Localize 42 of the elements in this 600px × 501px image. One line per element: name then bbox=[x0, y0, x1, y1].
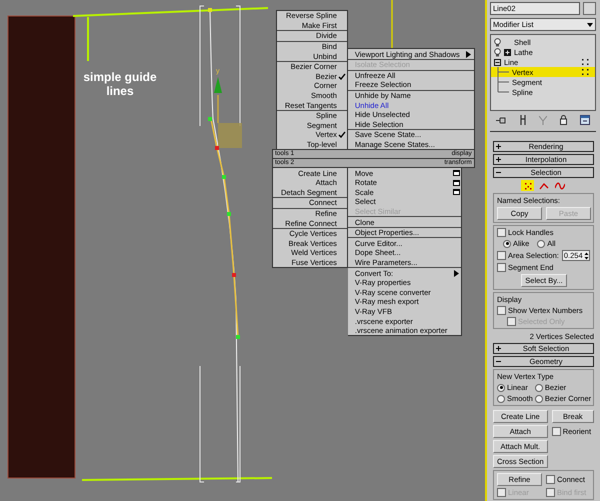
subobject-dots-icon bbox=[582, 69, 589, 75]
options-box-icon bbox=[452, 170, 460, 176]
vertex-point bbox=[232, 273, 236, 277]
tree-branch-icon bbox=[497, 67, 509, 77]
checkbox[interactable] bbox=[552, 427, 561, 436]
pin-icon[interactable] bbox=[496, 116, 506, 125]
radio-button[interactable] bbox=[497, 394, 505, 402]
vertex-level-icon[interactable] bbox=[521, 180, 534, 191]
radio-button[interactable] bbox=[534, 384, 543, 392]
options-box-icon bbox=[452, 189, 460, 196]
caret-icon bbox=[587, 22, 593, 26]
lock-icon[interactable] bbox=[560, 115, 568, 126]
vertex-point bbox=[208, 117, 212, 121]
options-box-icon bbox=[452, 180, 460, 186]
submenu-arrow-icon bbox=[466, 50, 472, 58]
vertex-point bbox=[222, 175, 226, 179]
annotation-text: simple guide lines bbox=[82, 70, 158, 98]
vertex-point bbox=[208, 8, 212, 12]
fork-icon[interactable] bbox=[518, 115, 527, 126]
spinner-arrows-icon[interactable] bbox=[584, 252, 589, 260]
move-gizmo bbox=[214, 77, 242, 148]
subobject-dots-icon bbox=[582, 59, 589, 65]
vertex-point bbox=[215, 146, 219, 150]
checkbox[interactable] bbox=[497, 306, 506, 315]
submenu-arrow-icon bbox=[454, 270, 459, 277]
spline-level-icon[interactable] bbox=[553, 180, 566, 191]
radio-button[interactable] bbox=[503, 240, 511, 248]
radio-button[interactable] bbox=[537, 240, 546, 248]
vertex-point bbox=[236, 335, 240, 339]
checkbox[interactable] bbox=[497, 251, 506, 260]
expander-icon[interactable] bbox=[494, 58, 501, 66]
checkbox[interactable] bbox=[546, 475, 555, 484]
lightbulb-icon[interactable] bbox=[494, 38, 501, 46]
tree-branch-icon bbox=[497, 77, 509, 87]
vertex-point bbox=[227, 212, 231, 216]
color-swatch[interactable] bbox=[583, 2, 596, 15]
radio-button[interactable] bbox=[497, 384, 505, 392]
checkbox[interactable] bbox=[497, 228, 506, 237]
checkbox[interactable] bbox=[497, 263, 506, 272]
radio-button[interactable] bbox=[534, 394, 543, 402]
lightbulb-icon[interactable] bbox=[494, 48, 501, 56]
configure-icon[interactable] bbox=[580, 115, 590, 126]
